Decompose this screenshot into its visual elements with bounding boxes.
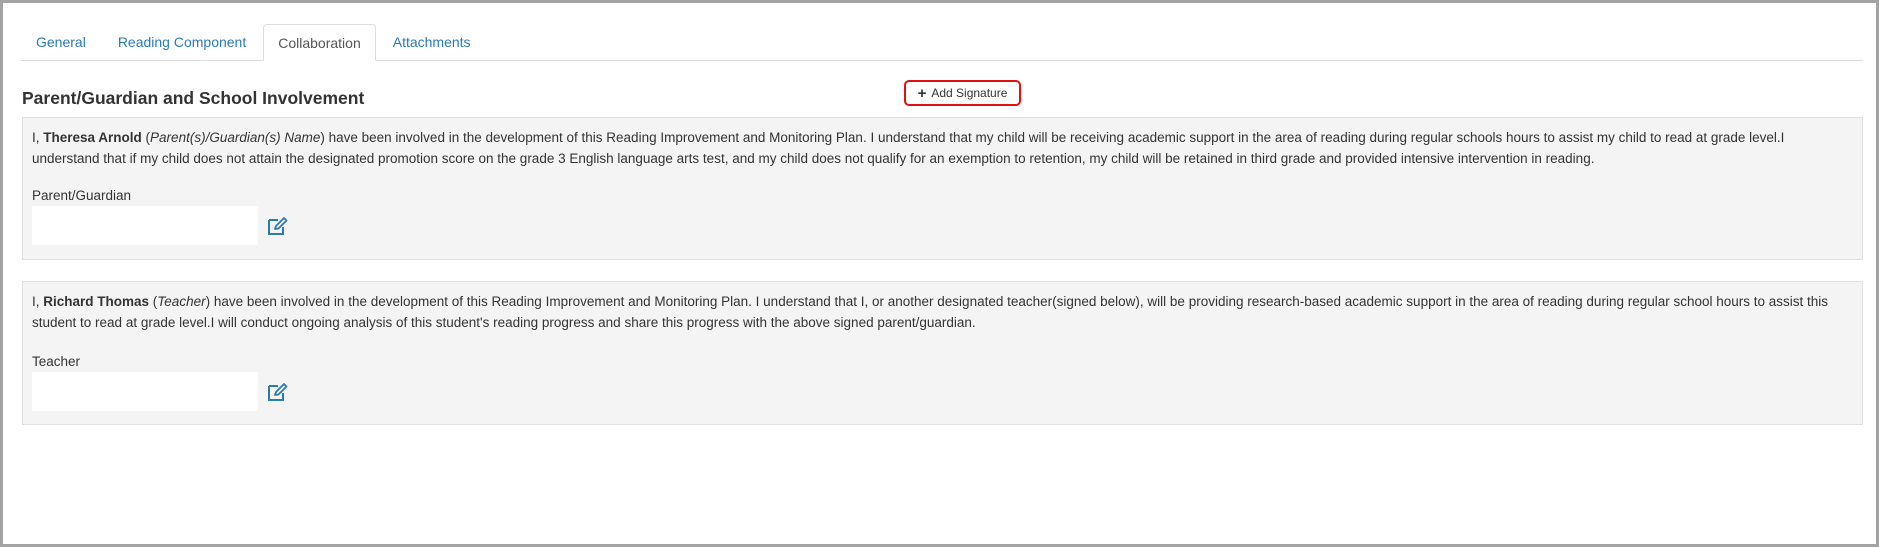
tab-bar: General Reading Component Collaboration … <box>21 23 1863 61</box>
statement-prefix: I, <box>32 294 44 309</box>
parent-signature-box[interactable] <box>32 206 258 245</box>
section-title: Parent/Guardian and School Involvement <box>22 88 365 108</box>
teacher-signature-box[interactable] <box>32 372 258 411</box>
teacher-role: Teacher <box>157 294 206 309</box>
teacher-name: Richard Thomas <box>43 294 150 309</box>
parent-role: Parent(s)/Guardian(s) Name <box>150 130 321 145</box>
edit-icon[interactable] <box>267 382 289 402</box>
parent-guardian-panel: I, Theresa Arnold (Parent(s)/Guardian(s)… <box>22 117 1863 260</box>
edit-icon[interactable] <box>267 216 289 236</box>
parent-statement: I, Theresa Arnold (Parent(s)/Guardian(s)… <box>32 128 1853 169</box>
parent-name: Theresa Arnold <box>43 130 142 145</box>
tab-reading-component[interactable]: Reading Component <box>103 24 261 60</box>
tab-general[interactable]: General <box>21 24 101 60</box>
tab-collaboration[interactable]: Collaboration <box>263 24 376 61</box>
teacher-signature-label: Teacher <box>32 354 81 369</box>
teacher-statement-body: have been involved in the development of… <box>32 294 1829 330</box>
app-window: General Reading Component Collaboration … <box>0 0 1879 547</box>
statement-prefix: I, <box>32 130 44 145</box>
parent-signature-label: Parent/Guardian <box>32 188 132 203</box>
add-signature-button[interactable]: + Add Signature <box>904 80 1021 106</box>
role-open: ( <box>141 130 151 145</box>
teacher-panel: I, Richard Thomas (Teacher) have been in… <box>22 281 1863 425</box>
tab-attachments[interactable]: Attachments <box>378 24 486 60</box>
add-signature-label: Add Signature <box>931 86 1008 100</box>
plus-icon: + <box>917 84 927 102</box>
teacher-statement: I, Richard Thomas (Teacher) have been in… <box>32 292 1853 333</box>
